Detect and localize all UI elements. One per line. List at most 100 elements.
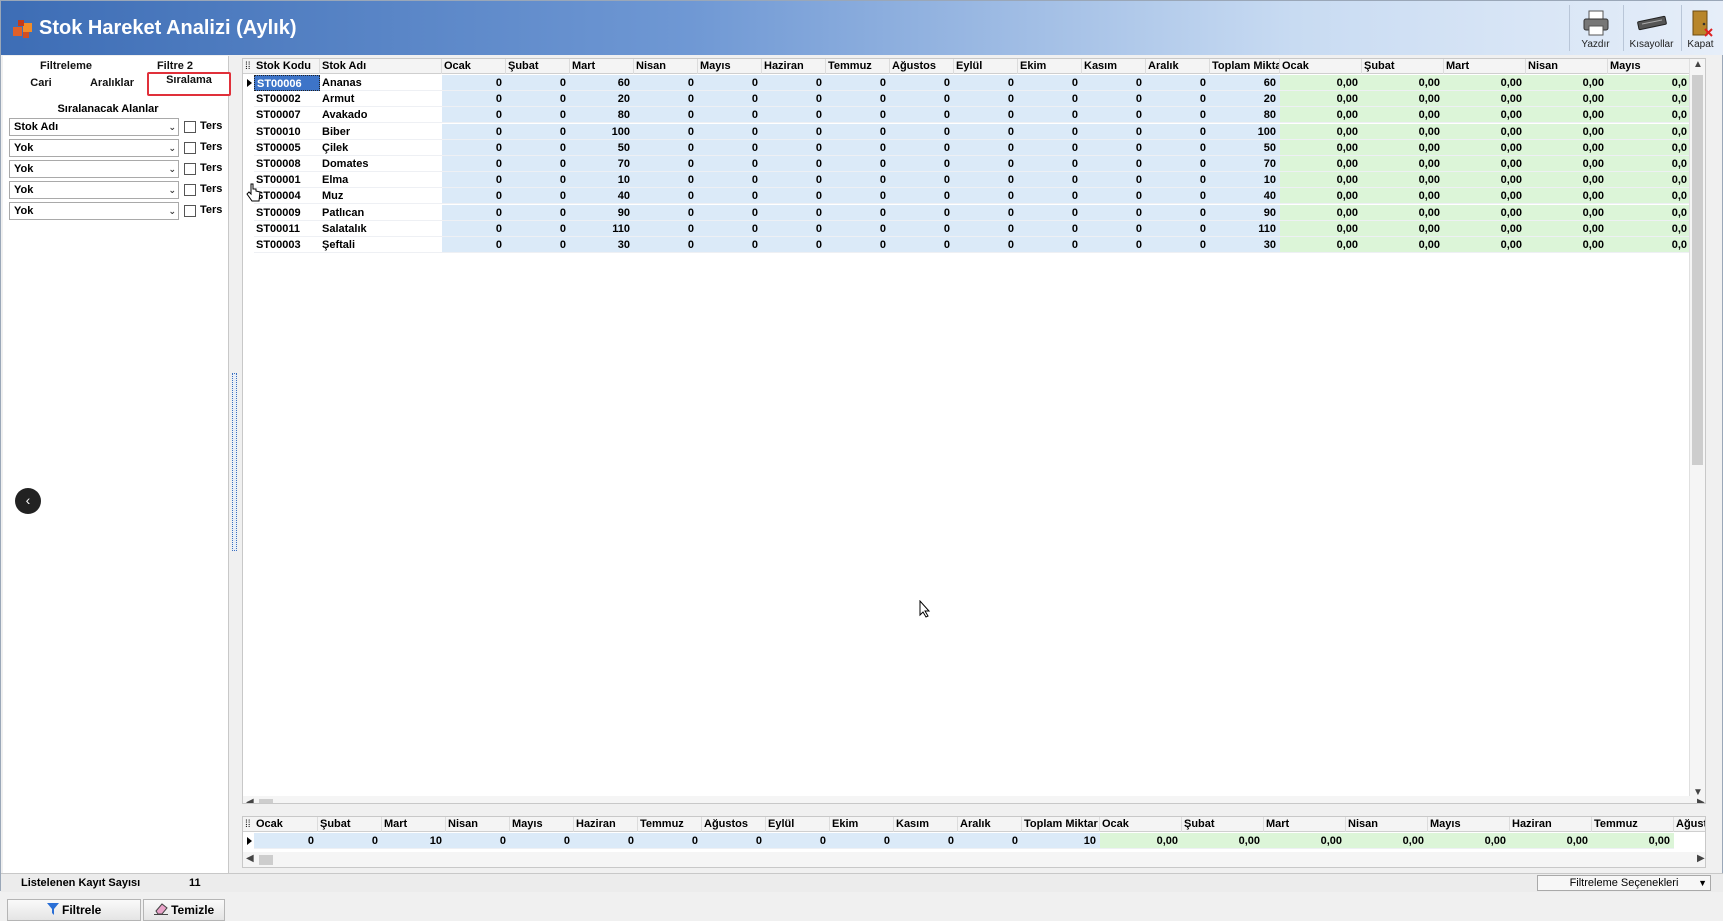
month-amount-cell[interactable]: 0,0	[1608, 75, 1691, 91]
month-amount-cell[interactable]: 0,00	[1444, 188, 1526, 205]
month-quantity-cell[interactable]: 0	[506, 139, 570, 156]
month-quantity-cell[interactable]: 0	[1082, 237, 1146, 253]
table-row[interactable]: ST00003 Şeftali 0 0 30 0 0 0 0 0 0 0 0 0 30 0,00 0,00 0,0…	[243, 237, 1705, 253]
table-row[interactable]: ST00011 Salatalık 0 0 110 0 0 0 0 0 0 0 0 0 110 0,00 0,0…	[243, 220, 1705, 237]
stock-name-cell[interactable]: Muz	[320, 188, 442, 205]
shortcuts-button[interactable]: Kısayollar	[1623, 5, 1679, 51]
month-quantity-cell[interactable]: 0	[634, 172, 698, 189]
scroll-right-icon[interactable]: ▶	[1697, 797, 1705, 803]
month-quantity-cell[interactable]: 0	[1146, 172, 1210, 189]
scroll-up-icon[interactable]: ▲	[1693, 59, 1703, 70]
month-quantity-cell[interactable]: 0	[954, 123, 1018, 140]
month-quantity-cell[interactable]: 0	[890, 75, 954, 91]
month-quantity-cell[interactable]: 0	[826, 204, 890, 221]
month-quantity-cell[interactable]: 40	[570, 188, 634, 205]
stock-code-cell[interactable]: ST00004	[254, 188, 320, 205]
month-quantity-cell[interactable]: 0	[506, 107, 570, 124]
month-amount-cell[interactable]: 0,00	[1362, 188, 1444, 205]
month-quantity-cell[interactable]: 0	[698, 107, 762, 124]
stock-name-cell[interactable]: Şeftali	[320, 237, 442, 253]
month-amount-cell[interactable]: 0,00	[1280, 204, 1362, 221]
stock-name-cell[interactable]: Avakado	[320, 107, 442, 124]
month-amount-cell[interactable]: 0,00	[1280, 220, 1362, 237]
totals-horizontal-scrollbar[interactable]: ◀ ▶	[243, 852, 1705, 867]
month-quantity-cell[interactable]: 0	[1146, 107, 1210, 124]
column-header[interactable]: Haziran	[762, 59, 826, 74]
stock-name-cell[interactable]: Armut	[320, 91, 442, 108]
column-header[interactable]: Ekim	[1018, 59, 1082, 74]
month-quantity-cell[interactable]: 0	[826, 188, 890, 205]
month-quantity-cell[interactable]: 0	[1018, 75, 1082, 91]
month-quantity-cell[interactable]: 0	[826, 123, 890, 140]
month-quantity-cell[interactable]: 0	[698, 75, 762, 91]
total-quantity-cell[interactable]: 100	[1210, 123, 1280, 140]
month-quantity-cell[interactable]: 0	[442, 156, 506, 172]
month-amount-cell[interactable]: 0,0	[1608, 156, 1691, 172]
sort-field-select[interactable]: Yok ⌄	[9, 181, 179, 199]
month-quantity-cell[interactable]: 0	[1018, 237, 1082, 253]
month-amount-cell[interactable]: 0,00	[1362, 237, 1444, 253]
month-amount-cell[interactable]: 0,0	[1608, 139, 1691, 156]
month-quantity-cell[interactable]: 0	[1082, 75, 1146, 91]
total-quantity-cell[interactable]: 60	[1210, 75, 1280, 91]
table-row[interactable]: ST00002 Armut 0 0 20 0 0 0 0 0 0 0 0 0 20 0,00 0,00 0,00 0…	[243, 91, 1705, 108]
month-quantity-cell[interactable]: 0	[826, 107, 890, 124]
month-quantity-cell[interactable]: 0	[506, 123, 570, 140]
month-quantity-cell[interactable]: 0	[890, 188, 954, 205]
month-quantity-cell[interactable]: 0	[1082, 220, 1146, 237]
column-header[interactable]: Temmuz	[826, 59, 890, 74]
month-quantity-cell[interactable]: 0	[762, 107, 826, 124]
month-amount-cell[interactable]: 0,00	[1526, 139, 1608, 156]
month-quantity-cell[interactable]: 0	[1018, 220, 1082, 237]
column-header[interactable]: Şubat	[506, 59, 570, 74]
month-amount-cell[interactable]: 0,00	[1526, 237, 1608, 253]
month-quantity-cell[interactable]: 0	[442, 123, 506, 140]
month-quantity-cell[interactable]: 0	[762, 172, 826, 189]
month-amount-cell[interactable]: 0,0	[1608, 204, 1691, 221]
month-quantity-cell[interactable]: 0	[698, 172, 762, 189]
month-quantity-cell[interactable]: 0	[890, 220, 954, 237]
total-quantity-cell[interactable]: 10	[1210, 172, 1280, 189]
month-amount-cell[interactable]: 0,00	[1526, 220, 1608, 237]
stock-code-cell[interactable]: ST00005	[254, 140, 320, 156]
month-quantity-cell[interactable]: 0	[698, 220, 762, 237]
total-quantity-cell[interactable]: 20	[1210, 91, 1280, 108]
month-amount-cell[interactable]: 0,00	[1444, 156, 1526, 172]
month-amount-cell[interactable]: 0,00	[1362, 172, 1444, 189]
month-quantity-cell[interactable]: 0	[954, 107, 1018, 124]
stock-name-cell[interactable]: Patlıcan	[320, 205, 442, 221]
month-quantity-cell[interactable]: 0	[442, 91, 506, 108]
month-quantity-cell[interactable]: 0	[698, 237, 762, 253]
month-quantity-cell[interactable]: 0	[762, 139, 826, 156]
month-quantity-cell[interactable]: 10	[570, 172, 634, 189]
table-row[interactable]: ST00008 Domates 0 0 70 0 0 0 0 0 0 0 0 0 70 0,00 0,00 0,0…	[243, 156, 1705, 172]
month-quantity-cell[interactable]: 0	[826, 172, 890, 189]
month-quantity-cell[interactable]: 0	[954, 188, 1018, 205]
month-quantity-cell[interactable]: 0	[506, 172, 570, 189]
month-quantity-cell[interactable]: 0	[826, 75, 890, 91]
month-quantity-cell[interactable]: 0	[1082, 172, 1146, 189]
month-quantity-cell[interactable]: 0	[954, 156, 1018, 172]
month-amount-cell[interactable]: 0,00	[1526, 188, 1608, 205]
month-quantity-cell[interactable]: 0	[1146, 237, 1210, 253]
month-quantity-cell[interactable]: 0	[762, 123, 826, 140]
month-quantity-cell[interactable]: 0	[1146, 220, 1210, 237]
stock-code-cell[interactable]: ST00011	[254, 221, 320, 237]
month-quantity-cell[interactable]: 0	[762, 75, 826, 91]
month-quantity-cell[interactable]: 0	[634, 123, 698, 140]
month-amount-cell[interactable]: 0,00	[1280, 156, 1362, 172]
month-quantity-cell[interactable]: 0	[826, 237, 890, 253]
column-header[interactable]: Aralık	[1146, 59, 1210, 74]
stock-code-cell[interactable]: ST00010	[254, 124, 320, 140]
month-quantity-cell[interactable]: 0	[506, 188, 570, 205]
month-quantity-cell[interactable]: 0	[634, 188, 698, 205]
month-amount-cell[interactable]: 0,00	[1444, 107, 1526, 124]
month-amount-cell[interactable]: 0,00	[1280, 172, 1362, 189]
month-amount-cell[interactable]: 0,00	[1526, 204, 1608, 221]
month-quantity-cell[interactable]: 50	[570, 139, 634, 156]
month-quantity-cell[interactable]: 0	[1146, 188, 1210, 205]
column-header[interactable]: Toplam Miktar	[1210, 59, 1280, 74]
stock-code-cell[interactable]: ST00001	[254, 172, 320, 189]
month-amount-cell[interactable]: 0,00	[1362, 123, 1444, 140]
month-quantity-cell[interactable]: 0	[826, 156, 890, 172]
